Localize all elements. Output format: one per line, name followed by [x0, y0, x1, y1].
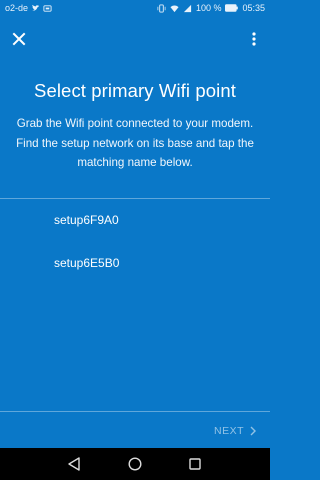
- notification-icon: [43, 4, 52, 12]
- status-right: 100 % 05:35: [157, 3, 265, 13]
- list-top-divider: [0, 198, 270, 199]
- network-item-setup6F9A0[interactable]: setup6F9A0: [0, 200, 270, 240]
- footer-bar: NEXT: [0, 412, 270, 448]
- clock: 05:35: [242, 3, 265, 13]
- twitter-icon: [31, 4, 40, 11]
- instructions-text: Grab the Wifi point connected to your mo…: [16, 117, 254, 169]
- more-vertical-icon: [252, 32, 256, 46]
- app-bar: [0, 18, 270, 60]
- home-circle-icon: [128, 457, 142, 471]
- carrier-label: o2-de: [5, 3, 29, 13]
- vibrate-icon: [157, 3, 166, 13]
- back-triangle-icon: [68, 457, 80, 471]
- wifi-icon: [170, 4, 179, 12]
- recents-square-icon: [189, 458, 201, 470]
- battery-percent: 100 %: [195, 3, 222, 13]
- close-button[interactable]: [8, 28, 30, 50]
- page-title: Select primary Wifi point: [34, 80, 236, 101]
- system-nav-bar: [0, 448, 270, 480]
- nav-recents-button[interactable]: [185, 454, 205, 474]
- nav-back-button[interactable]: [64, 454, 84, 474]
- network-item-setup6E5B0[interactable]: setup6E5B0: [0, 243, 270, 283]
- status-left: o2-de: [5, 3, 52, 13]
- nav-home-button[interactable]: [125, 454, 145, 474]
- next-label: NEXT: [213, 425, 244, 437]
- status-bar: o2-de 100 % 05:35: [0, 0, 270, 18]
- chevron-right-icon: [250, 426, 256, 436]
- more-options-button[interactable]: [244, 28, 264, 50]
- close-icon: [12, 32, 26, 46]
- signal-icon: [183, 4, 192, 12]
- next-button[interactable]: NEXT: [214, 425, 256, 437]
- battery-icon: [225, 4, 239, 12]
